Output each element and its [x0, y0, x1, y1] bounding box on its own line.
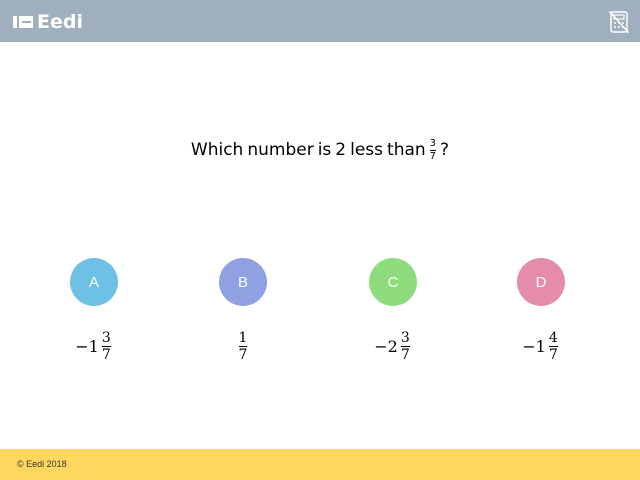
fraction-numerator: 3 — [400, 329, 410, 346]
option-b-badge[interactable]: B — [219, 258, 267, 306]
option-letter: A — [88, 273, 99, 291]
option-c[interactable]: C — [369, 258, 417, 306]
footer-bar: © Eedi 2018 — [0, 449, 640, 480]
option-a-answer[interactable]: −1 3 7 — [64, 326, 124, 366]
question-word: is — [317, 140, 332, 160]
question-mark: ? — [440, 140, 450, 160]
fraction-denominator: 7 — [429, 150, 437, 162]
answer-fraction: 1 7 — [238, 329, 248, 363]
option-letter: B — [237, 273, 248, 291]
answer-fraction: 4 7 — [548, 329, 558, 363]
eedi-logo[interactable]: Eedi — [13, 12, 83, 32]
option-c-badge[interactable]: C — [369, 258, 417, 306]
option-b[interactable]: B — [219, 258, 267, 306]
option-d[interactable]: D — [517, 258, 565, 306]
answer-whole: −2 — [374, 336, 398, 356]
copyright-text: © Eedi 2018 — [17, 459, 67, 469]
fraction-numerator: 1 — [238, 329, 248, 346]
answer-fraction: 3 7 — [101, 329, 111, 363]
option-a-badge[interactable]: A — [70, 258, 118, 306]
fraction-numerator: 3 — [429, 137, 437, 149]
answer-whole: −1 — [75, 336, 99, 356]
fraction-denominator: 7 — [400, 346, 410, 363]
option-d-badge[interactable]: D — [517, 258, 565, 306]
question-word: 2 — [335, 140, 347, 160]
option-letter: C — [387, 273, 399, 291]
fraction-denominator: 7 — [101, 346, 111, 363]
option-d-answer[interactable]: −1 4 7 — [511, 326, 571, 366]
question-word: less — [350, 140, 384, 160]
question-word: Which — [190, 140, 244, 160]
page: Eedi Which number is 2 less than 3 7 ? A… — [0, 0, 640, 480]
answer-fraction: 3 7 — [400, 329, 410, 363]
option-letter: D — [535, 273, 547, 291]
brand-name: Eedi — [37, 11, 83, 33]
option-c-answer[interactable]: −2 3 7 — [363, 326, 423, 366]
calculator-disabled-icon[interactable] — [609, 11, 629, 33]
question-word: than — [387, 140, 426, 160]
question-word: number — [247, 140, 314, 160]
fraction-denominator: 7 — [548, 346, 558, 363]
fraction-denominator: 7 — [238, 346, 248, 363]
question-fraction: 3 7 — [429, 137, 437, 162]
fraction-numerator: 3 — [101, 329, 111, 346]
question-text: Which number is 2 less than 3 7 ? — [0, 130, 640, 170]
eedi-logo-icon — [13, 16, 33, 28]
answer-whole: −1 — [522, 336, 546, 356]
option-b-answer[interactable]: 1 7 — [213, 326, 273, 366]
header-bar: Eedi — [0, 0, 640, 42]
fraction-numerator: 4 — [548, 329, 558, 346]
option-a[interactable]: A — [70, 258, 118, 306]
